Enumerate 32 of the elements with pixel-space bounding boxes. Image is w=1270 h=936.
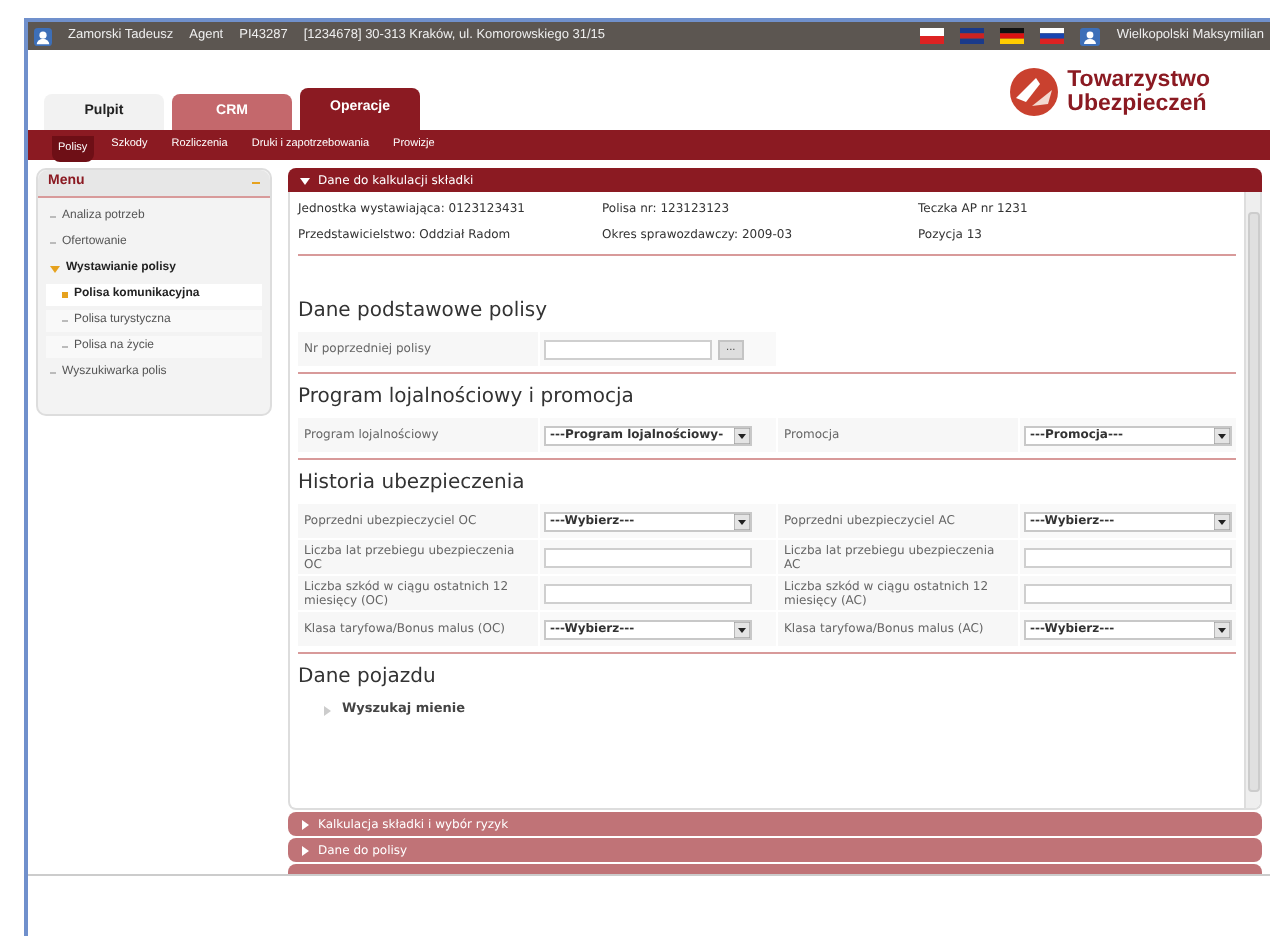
caret-down-icon — [50, 264, 60, 274]
contacts-icon[interactable] — [1080, 27, 1101, 45]
input-field[interactable] — [544, 583, 752, 603]
logo-icon — [1007, 66, 1060, 118]
dropdown-arrow-icon — [734, 621, 750, 637]
caret-right-icon — [300, 845, 310, 855]
caret-down-icon — [300, 175, 310, 185]
dropdown-arrow-icon — [1214, 621, 1230, 637]
logo-text: Ubezpieczeń — [1067, 92, 1209, 116]
bullet-icon — [62, 292, 68, 298]
section-title: Dane pojazdu — [298, 663, 438, 691]
section-title: Program lojalnościowy i promocja — [298, 383, 636, 411]
dropdown-arrow-icon — [734, 513, 750, 529]
user-icon — [34, 27, 52, 45]
dropdown-arrow-icon — [1214, 513, 1230, 529]
flag-icon[interactable] — [1000, 28, 1025, 44]
collapsed-panel-header[interactable] — [288, 864, 1262, 874]
input-field[interactable] — [544, 547, 752, 567]
caret-right-icon — [322, 705, 332, 715]
input-field[interactable] — [1024, 547, 1232, 567]
flag-icon[interactable] — [920, 28, 945, 44]
scrollbar[interactable] — [1244, 192, 1260, 808]
flag-icon[interactable] — [1040, 28, 1065, 44]
input-field[interactable] — [544, 339, 712, 359]
dropdown-arrow-icon — [734, 427, 750, 443]
section-title: Historia ubezpieczenia — [298, 469, 527, 497]
dropdown-arrow-icon — [1214, 427, 1230, 443]
caret-right-icon — [300, 819, 310, 829]
logo-text: Towarzystwo — [1067, 68, 1210, 92]
section-title: Dane podstawowe polisy — [298, 297, 550, 325]
input-field[interactable] — [1024, 583, 1232, 603]
scrollbar-thumb[interactable] — [1247, 212, 1259, 792]
